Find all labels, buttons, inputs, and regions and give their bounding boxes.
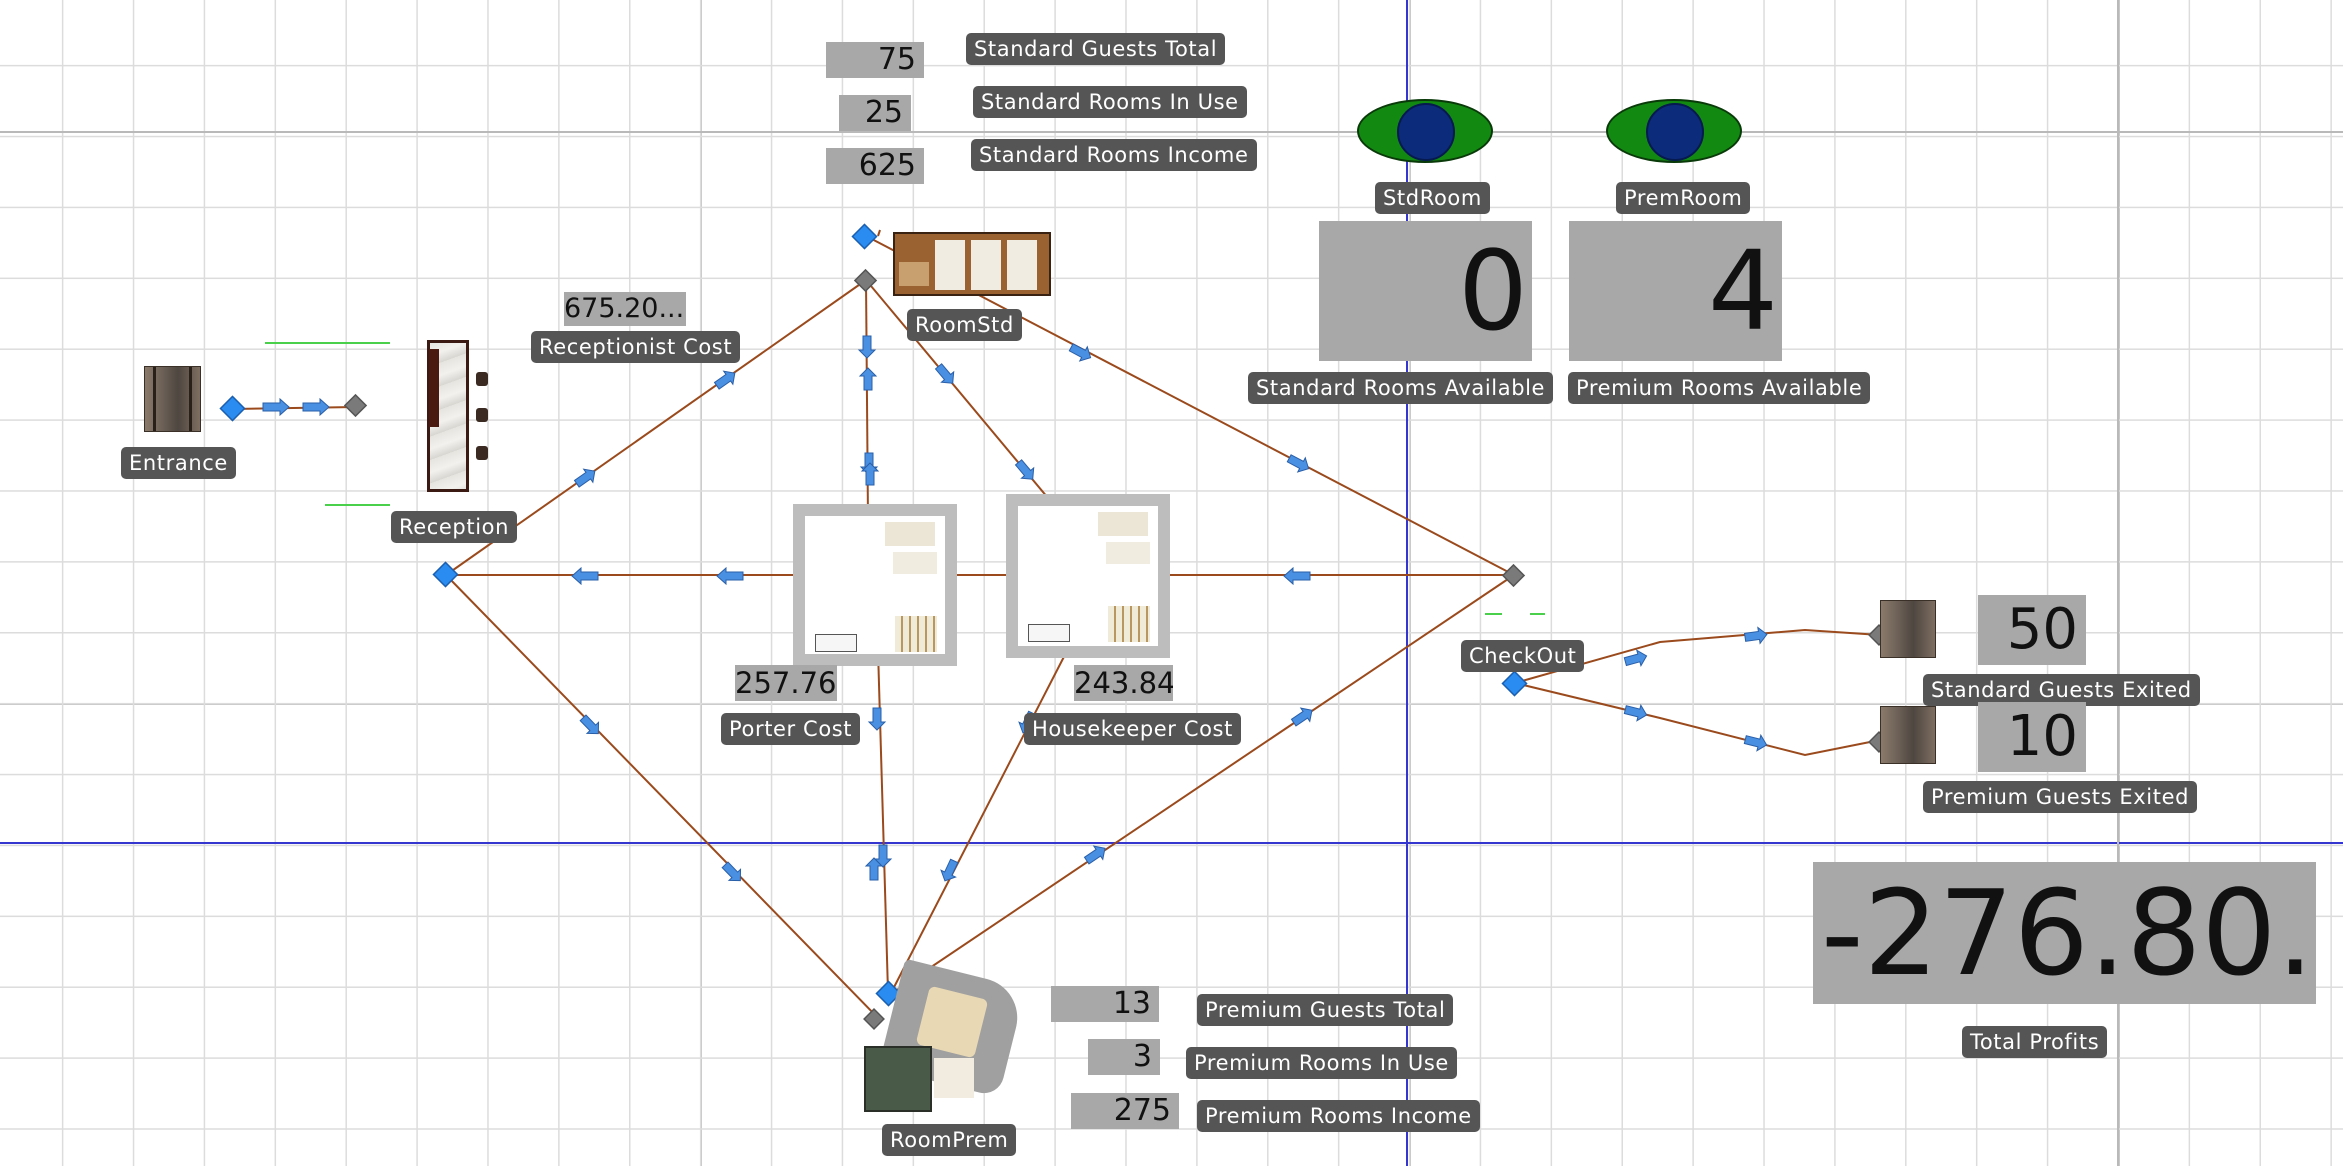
standard-rooms-available-value: 0 <box>1319 221 1532 361</box>
entrance-label[interactable]: Entrance <box>121 447 236 479</box>
housekeeper-cost-label[interactable]: Housekeeper Cost <box>1024 713 1241 745</box>
porter-cost-value: 257.76 <box>735 665 837 701</box>
arrow-icon <box>302 397 330 417</box>
connector[interactable] <box>893 574 1515 993</box>
connector[interactable] <box>889 644 1071 996</box>
premium-exit-door-image[interactable] <box>1880 706 1936 764</box>
premium-rooms-available-value: 4 <box>1569 221 1782 361</box>
arrow-icon <box>1743 733 1768 752</box>
arrow-icon <box>857 335 877 359</box>
standard-rooms-in-use-label[interactable]: Standard Rooms In Use <box>973 86 1247 118</box>
entrance-door-image[interactable] <box>144 366 201 432</box>
roomstd-label[interactable]: RoomStd <box>907 309 1022 341</box>
premroom-visibility-eye-icon[interactable] <box>1606 99 1742 163</box>
standard-exit-door-image[interactable] <box>1880 600 1936 658</box>
premium-rooms-income-label[interactable]: Premium Rooms Income <box>1197 1100 1480 1132</box>
arrow-icon <box>867 707 887 731</box>
housekeeper-cost-value: 243.84 <box>1074 665 1173 701</box>
premium-rooms-available-label[interactable]: Premium Rooms Available <box>1568 372 1871 404</box>
arrow-icon <box>573 468 596 488</box>
arrow-icon <box>1743 626 1768 645</box>
arrow-icon <box>1290 707 1313 727</box>
arrow-icon <box>858 367 878 391</box>
arrow-icon <box>860 462 880 486</box>
housekeeper-room-image[interactable] <box>1006 494 1170 658</box>
total-profits-value: -276.80... <box>1813 862 2316 1004</box>
connector[interactable] <box>1514 682 1881 757</box>
reception-chair-icon <box>476 372 488 386</box>
arrow-icon <box>1286 454 1310 473</box>
connector[interactable] <box>877 649 889 993</box>
premroom-label[interactable]: PremRoom <box>1616 182 1751 214</box>
arrow-icon <box>721 861 742 882</box>
arrow-icon <box>1283 566 1311 586</box>
standard-rooms-available-label[interactable]: Standard Rooms Available <box>1248 372 1554 404</box>
entrance-exit-node[interactable] <box>219 395 246 422</box>
porter-room-image[interactable] <box>793 504 957 666</box>
premium-rooms-in-use-value: 3 <box>1088 1039 1160 1075</box>
arrow-icon <box>571 566 599 586</box>
premium-rooms-in-use-label[interactable]: Premium Rooms In Use <box>1186 1047 1457 1079</box>
roomprem-label[interactable]: RoomPrem <box>882 1124 1017 1156</box>
stdroom-visibility-eye-icon[interactable] <box>1357 99 1493 163</box>
standard-guests-exited-value: 50 <box>1978 595 2086 665</box>
standard-rooms-income-label[interactable]: Standard Rooms Income <box>971 139 1257 171</box>
arrow-icon <box>713 370 736 390</box>
standard-guests-total-value: 75 <box>826 42 924 78</box>
checkout-entry-node[interactable] <box>1501 563 1526 588</box>
reception-label[interactable]: Reception <box>391 511 517 543</box>
checkout-label[interactable]: CheckOut <box>1461 640 1585 672</box>
arrow-icon <box>262 397 290 417</box>
reception-chair-icon <box>476 446 488 460</box>
premium-rooms-income-value: 275 <box>1071 1093 1179 1129</box>
connector[interactable] <box>232 406 357 410</box>
receptionist-cost-value: 675.20... <box>564 292 686 326</box>
reception-entry-node[interactable] <box>343 393 368 418</box>
premium-guests-exited-value: 10 <box>1978 702 2086 772</box>
room-std-image[interactable] <box>893 232 1051 296</box>
connector[interactable] <box>877 229 881 237</box>
premium-guests-exited-label[interactable]: Premium Guests Exited <box>1923 781 2198 813</box>
roomstd-exit-node[interactable] <box>851 223 878 250</box>
standard-rooms-in-use-value: 25 <box>839 95 911 131</box>
standard-rooms-income-value: 625 <box>826 148 924 184</box>
receptionist-cost-label[interactable]: Receptionist Cost <box>531 331 741 363</box>
premium-guests-total-value: 13 <box>1051 986 1159 1022</box>
reception-desk-image[interactable] <box>427 340 469 492</box>
porter-cost-label[interactable]: Porter Cost <box>721 713 861 745</box>
arrow-icon <box>1623 703 1648 722</box>
arrow-icon <box>716 566 744 586</box>
stdroom-label[interactable]: StdRoom <box>1375 182 1490 214</box>
standard-guests-total-label[interactable]: Standard Guests Total <box>966 33 1226 65</box>
premium-guests-total-label[interactable]: Premium Guests Total <box>1197 994 1454 1026</box>
room-prem-image[interactable] <box>862 958 1030 1112</box>
total-profits-label[interactable]: Total Profits <box>1962 1026 2108 1058</box>
reception-chair-icon <box>476 408 488 422</box>
arrow-icon <box>579 714 600 735</box>
checkout-exit-node[interactable] <box>1501 670 1528 697</box>
